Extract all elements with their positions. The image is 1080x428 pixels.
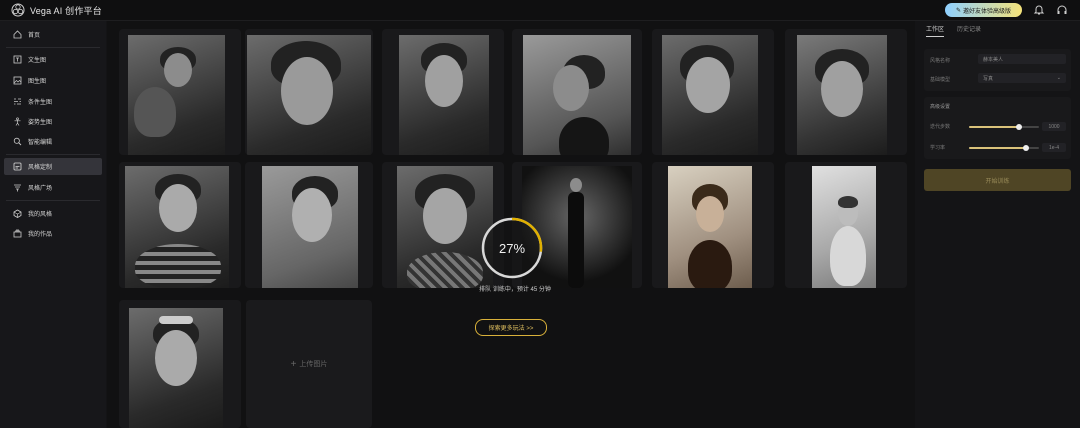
- slider-knob[interactable]: [1023, 145, 1030, 151]
- image-gallery: + 上传图片 27% 排队 训练中，预计 45 分钟 探索更多玩法 >>: [107, 21, 915, 428]
- sidebar-item-style-square[interactable]: 风格广场: [4, 179, 102, 196]
- sidebar-item-my-works[interactable]: 我的作品: [4, 225, 102, 242]
- iteration-steps-label: 迭代步数: [930, 124, 951, 130]
- basic-settings-panel: 风格名称 赫本美人 基础模型 写真 ⌄: [924, 49, 1071, 91]
- sidebar-item-home[interactable]: 首页: [4, 26, 102, 43]
- sidebar-item-label: 风格定制: [28, 165, 53, 171]
- tab-history[interactable]: 历史记录: [957, 24, 981, 37]
- sidebar-item-text-to-image[interactable]: 文生图: [4, 51, 102, 68]
- plus-icon: +: [290, 358, 297, 370]
- training-image-card[interactable]: [652, 29, 774, 155]
- training-image: [812, 166, 876, 288]
- base-model-select[interactable]: 写真 ⌄: [978, 73, 1066, 83]
- base-model-label: 基础模型: [930, 77, 951, 83]
- sidebar-item-my-style[interactable]: 我的风格: [4, 205, 102, 222]
- training-image-card[interactable]: [119, 29, 241, 155]
- logo-icon: [11, 3, 25, 17]
- style-square-icon: [14, 184, 21, 192]
- training-image-card[interactable]: [119, 162, 241, 288]
- training-image: [128, 35, 225, 155]
- training-image: [262, 166, 358, 288]
- sidebar-divider: [6, 154, 100, 155]
- training-image: [797, 35, 887, 155]
- training-image: [247, 35, 371, 155]
- sidebar: 首页 文生图 图生图 条件生图 姿势生图 智能编辑 风格定制 风格广场 我的风格…: [0, 21, 106, 428]
- iteration-steps-value[interactable]: 1000: [1042, 122, 1066, 131]
- image-image-icon: [13, 76, 22, 85]
- sidebar-item-style-custom[interactable]: 风格定制: [4, 158, 102, 175]
- invite-friends-button[interactable]: ✎ 邀好友体验高级版: [945, 3, 1022, 17]
- sidebar-item-pose[interactable]: 姿势生图: [4, 113, 102, 130]
- progress-percent: 27%: [498, 240, 526, 256]
- training-image-card[interactable]: [512, 29, 642, 155]
- sidebar-item-label: 首页: [28, 33, 41, 39]
- start-training-button[interactable]: 开始训练: [924, 169, 1071, 191]
- style-name-input[interactable]: 赫本美人: [978, 54, 1066, 64]
- learning-rate-value[interactable]: 1e-4: [1042, 143, 1066, 152]
- sidebar-item-label: 智能编辑: [28, 140, 53, 146]
- edit-icon: [13, 137, 22, 146]
- training-image-card[interactable]: [785, 162, 907, 288]
- slider-knob[interactable]: [1016, 124, 1023, 130]
- app-title: Vega AI 创作平台: [30, 6, 102, 16]
- sidebar-item-label: 风格广场: [28, 186, 53, 192]
- home-icon: [13, 30, 22, 39]
- style-custom-icon: [13, 162, 22, 171]
- gift-icon: ✎: [955, 7, 961, 14]
- bell-icon[interactable]: [1033, 4, 1045, 16]
- sidebar-item-image-to-image[interactable]: 图生图: [4, 72, 102, 89]
- invite-label: 邀好友体验高级版: [963, 8, 1012, 15]
- sidebar-item-label: 我的风格: [28, 212, 53, 218]
- text-image-icon: [13, 55, 22, 64]
- top-bar: Vega AI 创作平台 ✎ 邀好友体验高级版: [0, 0, 1080, 21]
- chevron-down-icon: ⌄: [1056, 75, 1061, 81]
- pose-icon: [14, 117, 21, 126]
- sidebar-item-label: 图生图: [28, 79, 47, 85]
- upload-image-button[interactable]: + 上传图片: [246, 300, 372, 428]
- training-image-card[interactable]: [652, 162, 774, 288]
- iteration-steps-slider[interactable]: [969, 124, 1039, 130]
- training-image-card[interactable]: [785, 29, 907, 155]
- advanced-settings-panel: 高级设置 迭代步数 1000 学习率 1e-4: [924, 97, 1071, 159]
- my-style-icon: [13, 209, 22, 218]
- training-image: [399, 35, 489, 155]
- training-image: [125, 166, 229, 288]
- sidebar-item-label: 文生图: [28, 58, 47, 64]
- upload-label: 上传图片: [299, 361, 328, 368]
- sidebar-item-label: 姿势生图: [28, 120, 53, 126]
- slider-fill: [969, 147, 1027, 149]
- training-image: [668, 166, 752, 288]
- learning-rate-label: 学习率: [930, 145, 946, 151]
- advanced-settings-title: 高级设置: [930, 104, 951, 110]
- queue-status-text: 排队 训练中，预计 45 分钟: [479, 287, 551, 293]
- training-image: [129, 308, 223, 428]
- style-name-label: 风格名称: [930, 58, 951, 64]
- slider-fill: [969, 126, 1020, 128]
- base-model-value: 写真: [983, 75, 994, 82]
- headset-icon[interactable]: [1056, 4, 1068, 16]
- settings-panel: 工作区 历史记录 风格名称 赫本美人 基础模型 写真 ⌄ 高级设置 迭代步数 1…: [916, 21, 1080, 428]
- sidebar-divider: [6, 47, 100, 48]
- training-image-card[interactable]: [245, 162, 373, 288]
- sidebar-item-label: 我的作品: [28, 232, 53, 238]
- training-image-card[interactable]: [119, 300, 241, 428]
- condition-icon: [14, 98, 21, 105]
- sidebar-item-smart-edit[interactable]: 智能编辑: [4, 133, 102, 150]
- tab-workspace[interactable]: 工作区: [926, 24, 945, 37]
- learning-rate-slider[interactable]: [969, 145, 1039, 151]
- training-image-card[interactable]: [382, 29, 504, 155]
- sidebar-divider: [6, 200, 100, 201]
- training-image-card[interactable]: [245, 29, 373, 155]
- my-works-icon: [13, 229, 22, 238]
- sidebar-item-label: 条件生图: [28, 100, 53, 106]
- sidebar-item-condition[interactable]: 条件生图: [4, 93, 102, 110]
- panel-tabs: 工作区 历史记录: [926, 24, 981, 37]
- training-progress-ring: 27%: [479, 215, 545, 281]
- explore-more-button[interactable]: 探索更多玩法 >>: [475, 319, 547, 336]
- training-image: [523, 35, 631, 155]
- training-image: [662, 35, 758, 155]
